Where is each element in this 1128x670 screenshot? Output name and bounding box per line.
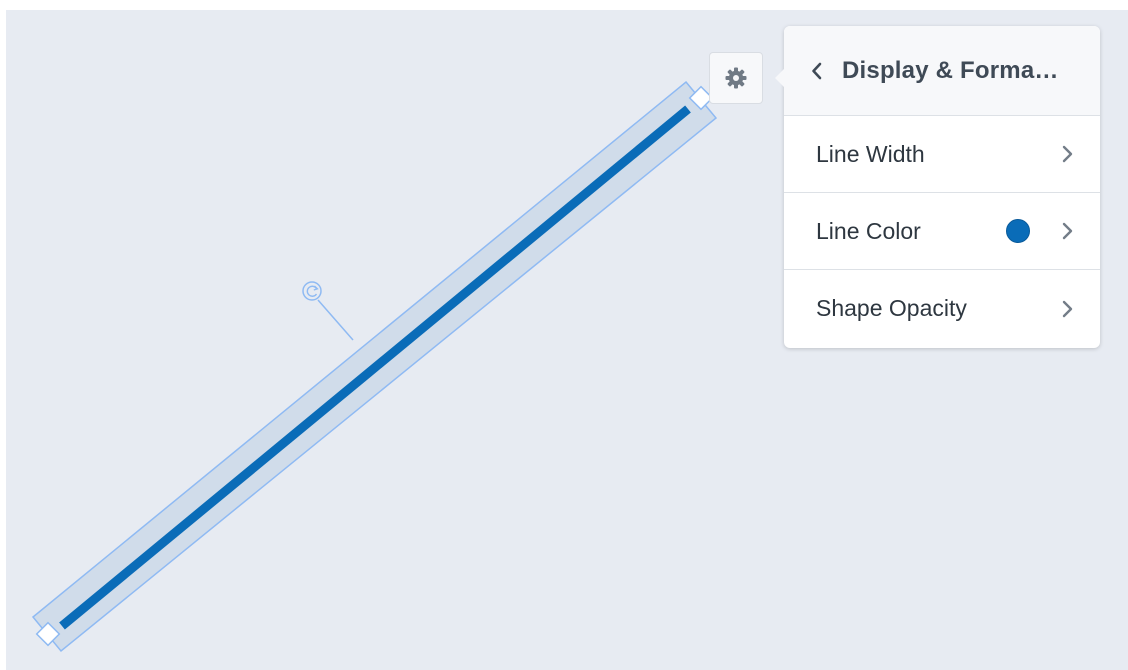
chevron-right-icon (1062, 300, 1073, 317)
rotation-handle-stem (317, 299, 354, 341)
gear-icon (725, 67, 747, 89)
menu-item-shape-opacity[interactable]: Shape Opacity (784, 270, 1100, 347)
panel-title: Display & Forma… (842, 56, 1059, 84)
settings-gear-button[interactable] (709, 52, 763, 104)
rotation-handle[interactable] (302, 281, 322, 301)
menu-item-label: Line Color (816, 217, 921, 244)
menu-item-label: Shape Opacity (816, 295, 967, 321)
panel-back-header[interactable]: Display & Forma… (784, 26, 1100, 116)
chevron-right-icon (1062, 222, 1073, 240)
panel-pointer (775, 68, 785, 88)
line-shape[interactable] (59, 105, 691, 630)
chevron-left-icon[interactable] (810, 61, 824, 81)
line-color-swatch (1006, 219, 1030, 243)
menu-item-line-width[interactable]: Line Width (784, 116, 1100, 193)
display-format-panel: Display & Forma… Line Width Line Color S… (775, 26, 1100, 348)
chevron-right-icon (1062, 145, 1073, 163)
menu-item-label: Line Width (816, 140, 925, 167)
menu-item-line-color[interactable]: Line Color (784, 193, 1100, 270)
